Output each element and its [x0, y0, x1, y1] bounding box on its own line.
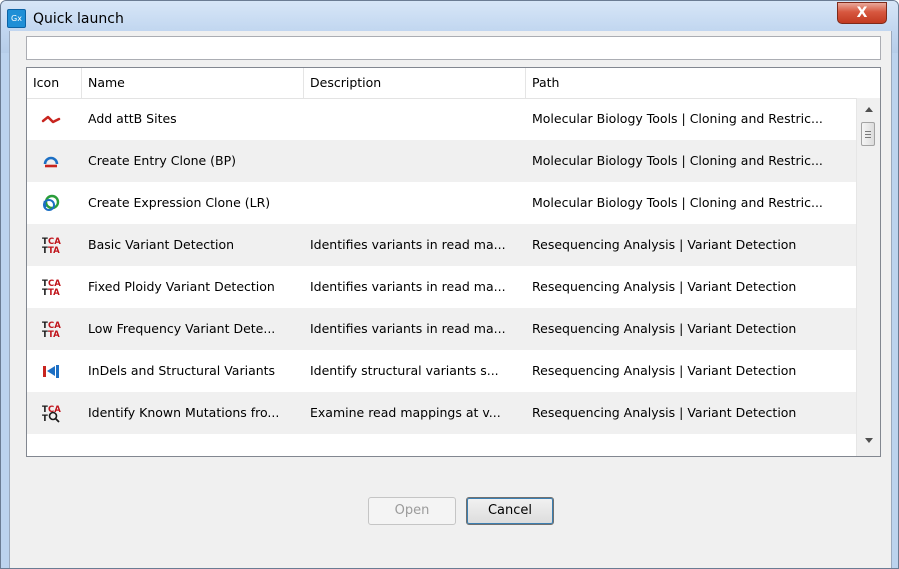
row-name: Fixed Ploidy Variant Detection: [88, 279, 275, 294]
row-name: Add attB Sites: [88, 111, 177, 126]
results-table: Icon Name Description Path Add attB Site…: [26, 67, 881, 457]
column-header-name[interactable]: Name: [82, 68, 304, 98]
row-name: Identify Known Mutations fro...: [88, 405, 280, 420]
row-description: [304, 98, 526, 140]
row-name: Create Entry Clone (BP): [88, 153, 237, 168]
open-button[interactable]: Open: [368, 497, 456, 525]
row-name: InDels and Structural Variants: [88, 363, 276, 378]
row-path: Molecular Biology Tools | Cloning and Re…: [532, 153, 823, 168]
row-path: Resequencing Analysis | Variant Detectio…: [532, 237, 797, 252]
scroll-down-icon[interactable]: [865, 438, 873, 443]
variant-detection-icon: T CA T TA: [42, 321, 61, 339]
svg-text:TA: TA: [48, 246, 60, 255]
scroll-thumb[interactable]: [861, 122, 875, 146]
row-description: Identify structural variants s...: [310, 363, 499, 378]
grip-line: [865, 137, 871, 138]
table-row[interactable]: Add attB Sites Molecular Biology Tools |…: [27, 98, 856, 140]
row-path: Molecular Biology Tools | Cloning and Re…: [532, 111, 823, 126]
row-path: Molecular Biology Tools | Cloning and Re…: [532, 195, 823, 210]
scroll-up-icon[interactable]: [865, 107, 873, 112]
structural-variants-icon: [43, 365, 59, 378]
app-logo-icon: Gx: [7, 9, 26, 28]
attb-sites-icon: [41, 115, 61, 124]
svg-text:T: T: [42, 414, 48, 423]
expression-clone-icon: [43, 194, 60, 211]
table-row[interactable]: Create Expression Clone (LR) Molecular B…: [27, 182, 856, 224]
grip-line: [865, 134, 871, 135]
row-description: Examine read mappings at v...: [310, 405, 501, 420]
svg-text:TA: TA: [48, 288, 60, 297]
row-description: Identifies variants in read ma...: [310, 237, 506, 252]
row-name: Basic Variant Detection: [88, 237, 235, 252]
row-path: Resequencing Analysis | Variant Detectio…: [532, 363, 797, 378]
entry-clone-icon: [43, 156, 59, 168]
table-row[interactable]: T CA T Identify Known Mutations fro... E…: [27, 392, 856, 434]
close-button[interactable]: X: [837, 2, 887, 24]
window-title: Quick launch: [33, 11, 124, 27]
table-row[interactable]: Create Entry Clone (BP) Molecular Biolog…: [27, 140, 856, 182]
row-description: [304, 182, 526, 224]
column-header-icon[interactable]: Icon: [27, 68, 82, 98]
table-row[interactable]: T CA T TA Low Frequency Variant Dete... …: [27, 308, 856, 350]
variant-detection-icon: T CA T TA: [42, 237, 61, 255]
row-path: Resequencing Analysis | Variant Detectio…: [532, 279, 797, 294]
table-row[interactable]: T CA T TA Basic Variant Detection Identi…: [27, 224, 856, 266]
table-header: Icon Name Description Path: [27, 68, 856, 99]
row-name: Create Expression Clone (LR): [88, 195, 271, 210]
svg-text:TA: TA: [48, 330, 60, 339]
row-description: [304, 140, 526, 182]
variant-detection-icon: T CA T TA: [42, 279, 61, 297]
table-row[interactable]: T CA T TA Fixed Ploidy Variant Detection…: [27, 266, 856, 308]
table-row[interactable]: InDels and Structural Variants Identify …: [27, 350, 856, 392]
column-header-description[interactable]: Description: [304, 68, 526, 98]
row-description: Identifies variants in read ma...: [310, 321, 506, 336]
row-path: Resequencing Analysis | Variant Detectio…: [532, 405, 797, 420]
grip-line: [865, 131, 871, 132]
row-path: Resequencing Analysis | Variant Detectio…: [532, 321, 797, 336]
search-input[interactable]: [26, 36, 881, 60]
row-description: Identifies variants in read ma...: [310, 279, 506, 294]
row-name: Low Frequency Variant Dete...: [88, 321, 276, 336]
cancel-button[interactable]: Cancel: [466, 497, 554, 525]
column-header-path[interactable]: Path: [526, 68, 856, 98]
vertical-scrollbar[interactable]: [856, 98, 880, 456]
quick-launch-dialog: Gx Quick launch X Icon Name Description …: [0, 0, 899, 569]
known-mutations-icon: T CA T: [42, 405, 61, 423]
